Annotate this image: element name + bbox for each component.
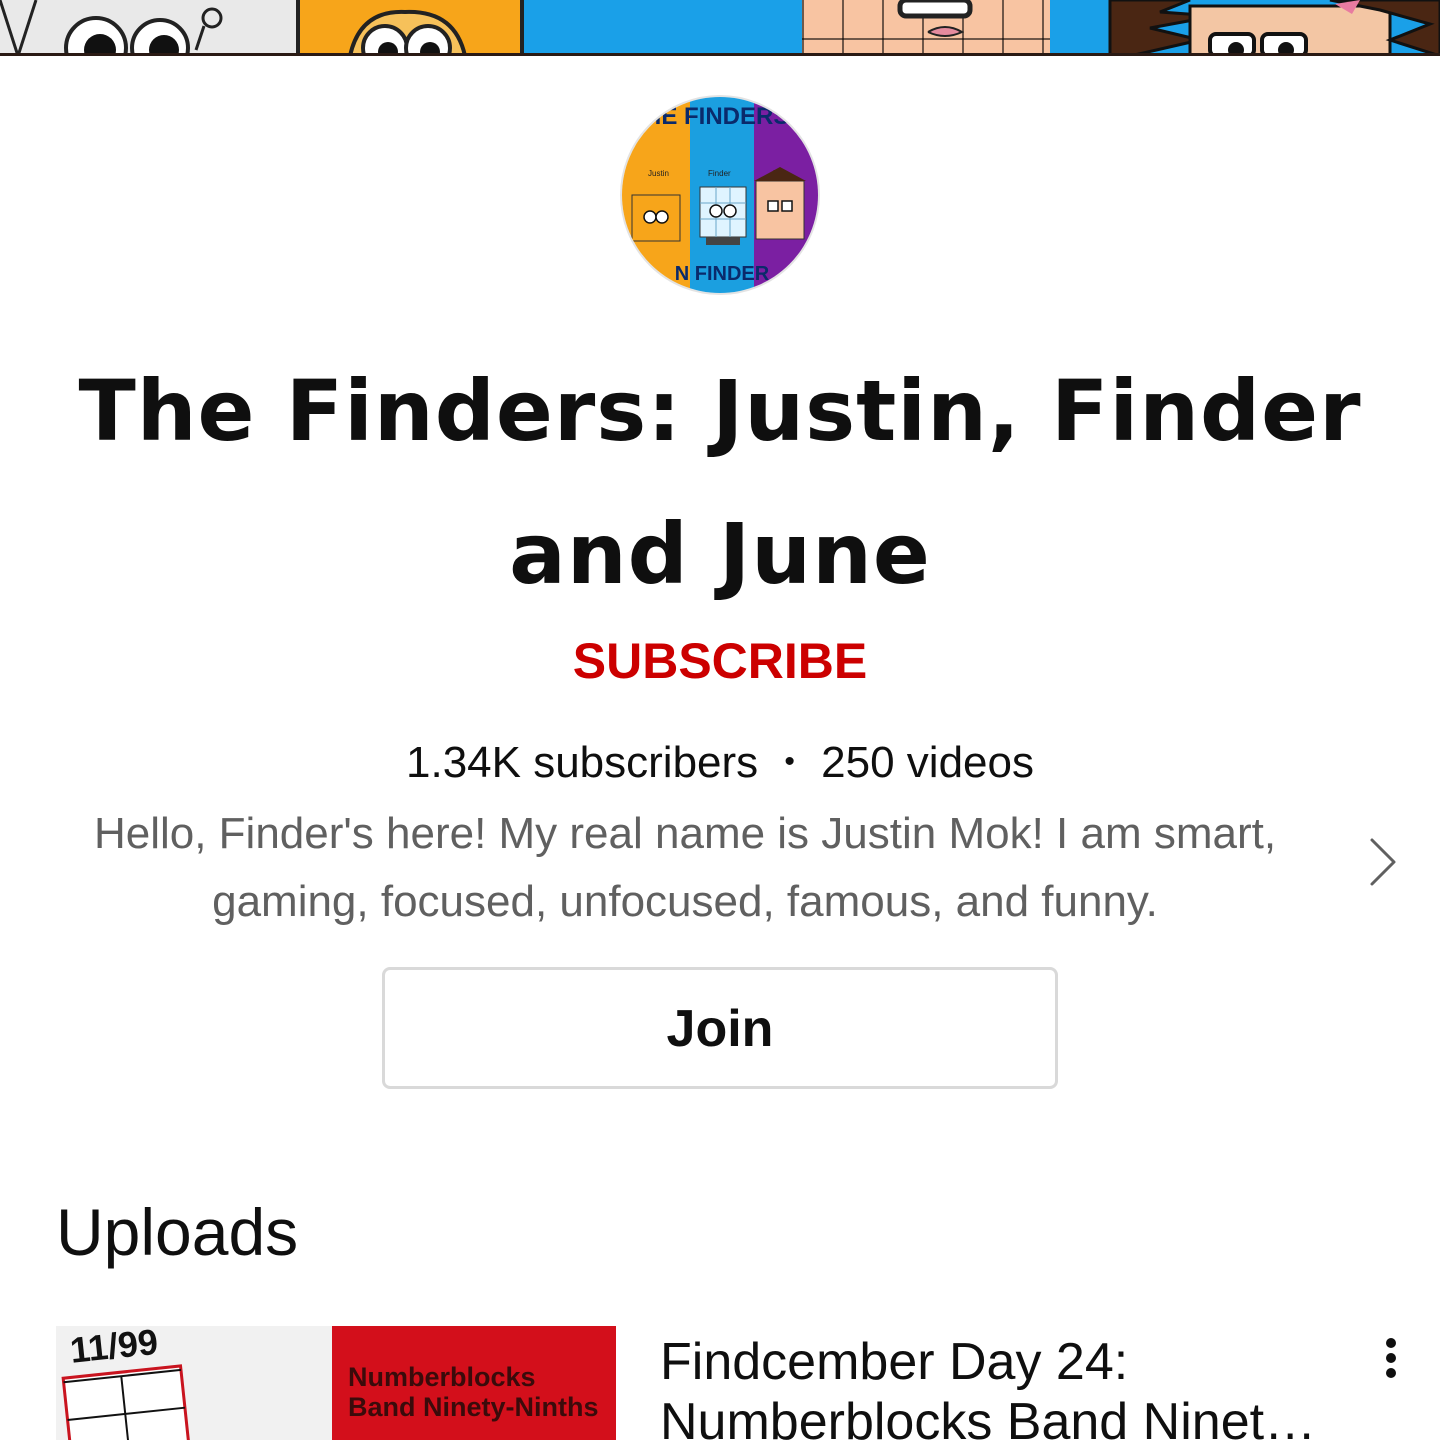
channel-description[interactable]: Hello, Finder's here! My real name is Ju… <box>40 800 1330 936</box>
channel-avatar[interactable]: IE FINDERS Justin Finder June N FINDER <box>620 95 820 295</box>
video-title[interactable]: Findcember Day 24: Numberblocks Band Nin… <box>660 1332 1340 1452</box>
chevron-right-icon[interactable] <box>1362 834 1406 890</box>
subscriber-count: 1.34K subscribers <box>406 738 759 787</box>
video-count: 250 videos <box>821 738 1034 787</box>
channel-stats: 1.34K subscribers • 250 videos <box>220 734 1220 791</box>
join-button[interactable]: Join <box>382 967 1058 1089</box>
video-thumbnail[interactable]: 11/99 Numberblocks Band Ninety-Ninths <box>56 1326 616 1440</box>
channel-name: The Finders: Justin, Finder and June <box>78 362 1362 603</box>
avatar-bottom-text: N FINDER <box>674 263 770 285</box>
stats-separator: • <box>784 745 795 778</box>
subscribe-button[interactable]: SUBSCRIBE <box>470 628 970 694</box>
channel-banner <box>0 0 1440 56</box>
uploads-heading: Uploads <box>56 1195 299 1269</box>
thumbnail-text: Numberblocks Band Ninety-Ninths <box>348 1362 599 1422</box>
more-vertical-icon[interactable] <box>1366 1334 1416 1390</box>
